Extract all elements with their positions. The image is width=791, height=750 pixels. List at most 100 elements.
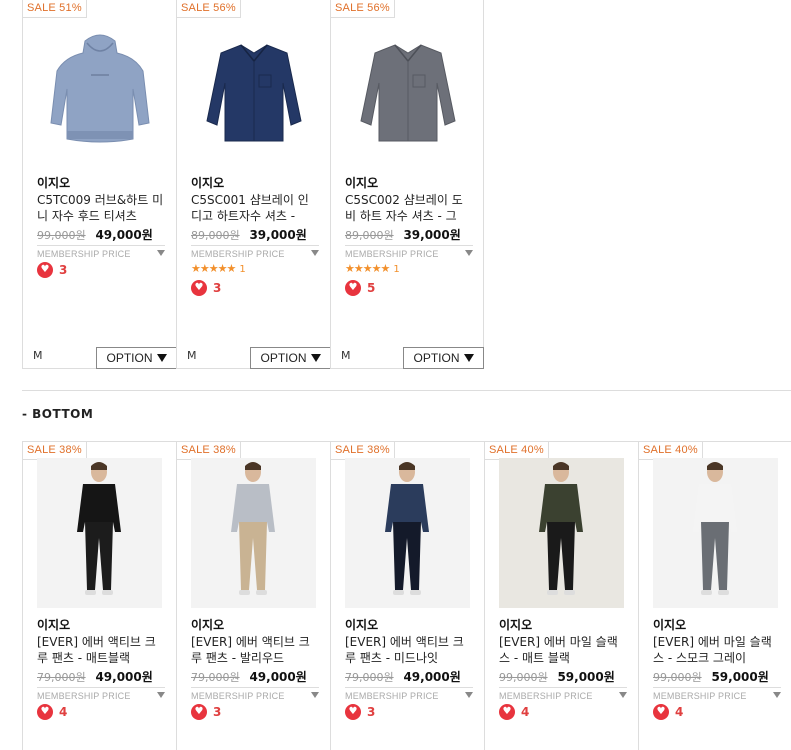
product-name[interactable]: [EVER] 에버 액티브 크루 팬츠 - 매트블랙	[37, 634, 165, 666]
heart-icon[interactable]: ♥	[191, 280, 207, 296]
product-image[interactable]	[345, 16, 470, 166]
model-shoe-right	[102, 590, 113, 595]
heart-icon[interactable]: ♥	[345, 704, 361, 720]
membership-price-toggle[interactable]: MEMBERSHIP PRICE	[37, 687, 165, 701]
heart-icon[interactable]: ♥	[191, 704, 207, 720]
price-row: 89,000원 39,000원	[191, 226, 307, 243]
membership-price-toggle[interactable]: MEMBERSHIP PRICE	[191, 245, 319, 259]
model-image[interactable]	[191, 458, 316, 608]
model-image[interactable]	[499, 458, 624, 608]
brand-name: 이지오	[191, 176, 225, 190]
membership-price-toggle[interactable]: MEMBERSHIP PRICE	[345, 687, 473, 701]
model-shoe-left	[85, 590, 96, 595]
product-card[interactable]: SALE 40% 이지오 [EVER] 에버 마일 슬랙스 - 매트 블랙 99…	[484, 441, 638, 750]
heart-icon[interactable]: ♥	[499, 704, 515, 720]
membership-price-toggle[interactable]: MEMBERSHIP PRICE	[191, 687, 319, 701]
model-pants	[701, 522, 729, 590]
sale-price: 49,000원	[95, 670, 153, 684]
triangle-down-icon	[463, 354, 474, 362]
like-counter[interactable]: ♥ 3	[37, 262, 67, 278]
sale-price: 49,000원	[249, 670, 307, 684]
product-name[interactable]: [EVER] 에버 액티브 크루 팬츠 - 발리우드	[191, 634, 319, 666]
like-count: 3	[59, 263, 68, 277]
sale-price: 49,000원	[403, 670, 461, 684]
membership-price-label: MEMBERSHIP PRICE	[345, 691, 439, 701]
brand-name: 이지오	[191, 618, 225, 632]
like-counter[interactable]: ♥ 4	[653, 704, 683, 720]
brand-name: 이지오	[37, 176, 71, 190]
caret-down-icon	[157, 250, 165, 256]
original-price: 99,000원	[499, 671, 548, 684]
product-image[interactable]	[191, 16, 316, 166]
model-shoe-right	[718, 590, 729, 595]
product-card[interactable]: SALE 38% 이지오 [EVER] 에버 액티브 크루 팬츠 - 발리우드 …	[176, 441, 330, 750]
like-counter[interactable]: ♥ 5	[345, 280, 375, 296]
membership-price-toggle[interactable]: MEMBERSHIP PRICE	[653, 687, 781, 701]
model-hair	[553, 462, 569, 470]
heart-icon[interactable]: ♥	[653, 704, 669, 720]
brand-name: 이지오	[499, 618, 533, 632]
section-title: - BOTTOM	[22, 407, 94, 421]
product-card[interactable]: SALE 38% 이지오 [EVER] 에버 액티브 크루 팬츠 - 매트블랙 …	[22, 441, 176, 750]
product-image[interactable]	[37, 16, 162, 166]
like-counter[interactable]: ♥ 3	[191, 280, 221, 296]
size-label: M	[33, 349, 43, 362]
price-row: 79,000원 49,000원	[37, 668, 153, 685]
product-card[interactable]: SALE 38% 이지오 [EVER] 에버 액티브 크루 팬츠 - 미드나잇 …	[330, 441, 484, 750]
product-card[interactable]: SALE 51% 이지오 C5TC009 러브&하트 미니 자수 후드 티셔츠 …	[22, 0, 177, 369]
caret-down-icon	[619, 692, 627, 698]
like-counter[interactable]: ♥ 3	[345, 704, 375, 720]
rating-stars: ★★★★★ 1	[345, 262, 400, 275]
heart-icon[interactable]: ♥	[37, 704, 53, 720]
top-product-grid: SALE 51% 이지오 C5TC009 러브&하트 미니 자수 후드 티셔츠 …	[22, 0, 484, 369]
star-icons: ★★★★★	[191, 262, 236, 275]
product-card[interactable]: SALE 40% 이지오 [EVER] 에버 마일 슬랙스 - 스모크 그레이 …	[638, 441, 791, 750]
model-pants	[393, 522, 421, 590]
like-counter[interactable]: ♥ 4	[37, 704, 67, 720]
price-row: 99,000원 49,000원	[37, 226, 153, 243]
star-icons: ★★★★★	[345, 262, 390, 275]
original-price: 89,000원	[191, 229, 240, 242]
brand-name: 이지오	[37, 618, 71, 632]
price-row: 99,000원 59,000원	[653, 668, 769, 685]
membership-price-toggle[interactable]: MEMBERSHIP PRICE	[37, 245, 165, 259]
original-price: 99,000원	[37, 229, 86, 242]
rating-count: 1	[239, 264, 246, 275]
brand-name: 이지오	[345, 618, 379, 632]
membership-price-label: MEMBERSHIP PRICE	[653, 691, 747, 701]
membership-price-toggle[interactable]: MEMBERSHIP PRICE	[345, 245, 473, 259]
heart-icon[interactable]: ♥	[37, 262, 53, 278]
product-name[interactable]: [EVER] 에버 액티브 크루 팬츠 - 미드나잇	[345, 634, 473, 666]
product-card[interactable]: SALE 56% 이지오 C5SC002 샴브레이 도비 하트 자수 셔츠 - …	[330, 0, 484, 369]
product-name[interactable]: C5SC002 샴브레이 도비 하트 자수 셔츠 - 그	[345, 192, 473, 224]
like-counter[interactable]: ♥ 3	[191, 704, 221, 720]
model-shoe-right	[410, 590, 421, 595]
product-name[interactable]: [EVER] 에버 마일 슬랙스 - 매트 블랙	[499, 634, 627, 666]
product-name[interactable]: [EVER] 에버 마일 슬랙스 - 스모크 그레이	[653, 634, 781, 666]
sale-price: 59,000원	[557, 670, 615, 684]
product-card[interactable]: SALE 56% 이지오 C5SC001 샴브레이 인디고 하트자수 셔츠 - …	[176, 0, 331, 369]
size-label: M	[187, 349, 197, 362]
option-button[interactable]: OPTION	[96, 347, 177, 369]
model-hair	[245, 462, 261, 470]
option-button[interactable]: OPTION	[403, 347, 484, 369]
product-name[interactable]: C5TC009 러브&하트 미니 자수 후드 티셔츠	[37, 192, 165, 224]
heart-icon[interactable]: ♥	[345, 280, 361, 296]
caret-down-icon	[311, 692, 319, 698]
membership-price-label: MEMBERSHIP PRICE	[345, 249, 439, 259]
membership-price-toggle[interactable]: MEMBERSHIP PRICE	[499, 687, 627, 701]
model-hair	[399, 462, 415, 470]
product-name[interactable]: C5SC001 샴브레이 인디고 하트자수 셔츠 -	[191, 192, 319, 224]
sale-price: 39,000원	[403, 228, 461, 242]
option-button[interactable]: OPTION	[250, 347, 331, 369]
original-price: 79,000원	[345, 671, 394, 684]
like-counter[interactable]: ♥ 4	[499, 704, 529, 720]
model-image[interactable]	[345, 458, 470, 608]
model-shoe-right	[564, 590, 575, 595]
sale-price: 39,000원	[249, 228, 307, 242]
model-image[interactable]	[653, 458, 778, 608]
sale-price: 59,000원	[711, 670, 769, 684]
price-row: 99,000원 59,000원	[499, 668, 615, 685]
model-pants	[239, 522, 267, 590]
model-image[interactable]	[37, 458, 162, 608]
